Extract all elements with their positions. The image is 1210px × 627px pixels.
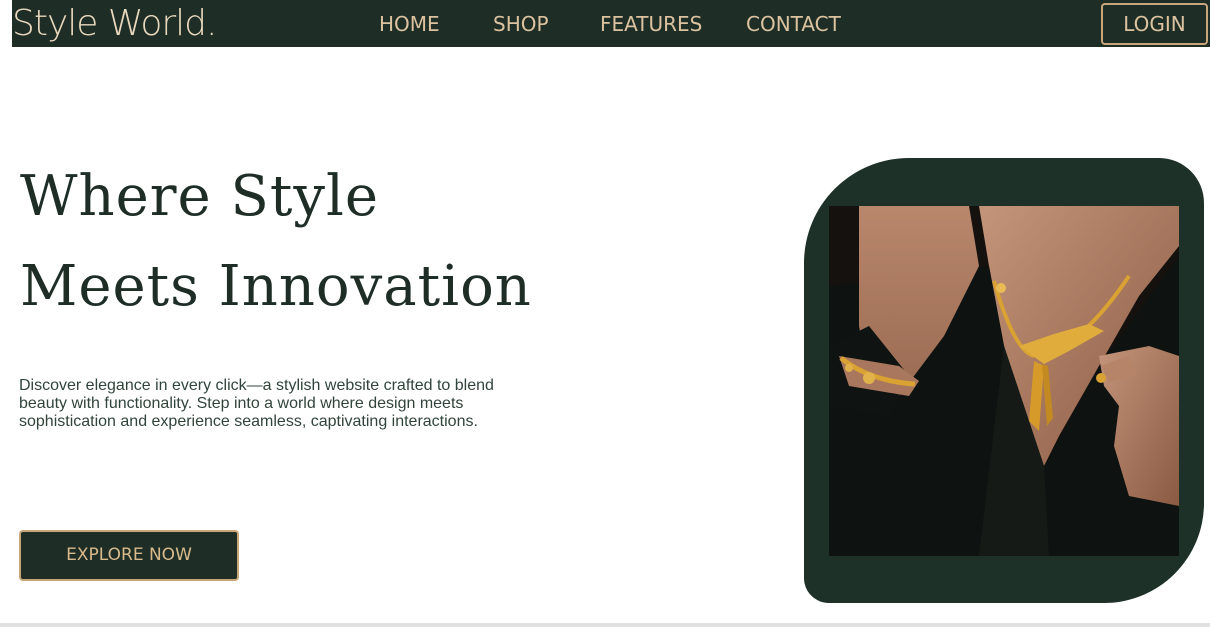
brand-logo[interactable]: Style World. [12,2,217,46]
nav-features[interactable]: FEATURES [600,11,702,37]
nav-home[interactable]: HOME [379,11,440,37]
login-button[interactable]: LOGIN [1101,3,1208,45]
nav-contact[interactable]: CONTACT [746,11,841,37]
explore-now-button[interactable]: EXPLORE NOW [19,530,239,581]
nav-shop[interactable]: SHOP [493,11,549,37]
horizontal-scrollbar[interactable] [0,623,1210,627]
hero-description: Discover elegance in every click—a styli… [19,377,494,430]
navbar: Style World. HOME SHOP FEATURES CONTACT … [12,0,1210,47]
hero-title-line-2: Meets Innovation [20,254,532,319]
hero-title-line-1: Where Style [20,164,380,229]
jewelry-model-photo [829,206,1179,556]
